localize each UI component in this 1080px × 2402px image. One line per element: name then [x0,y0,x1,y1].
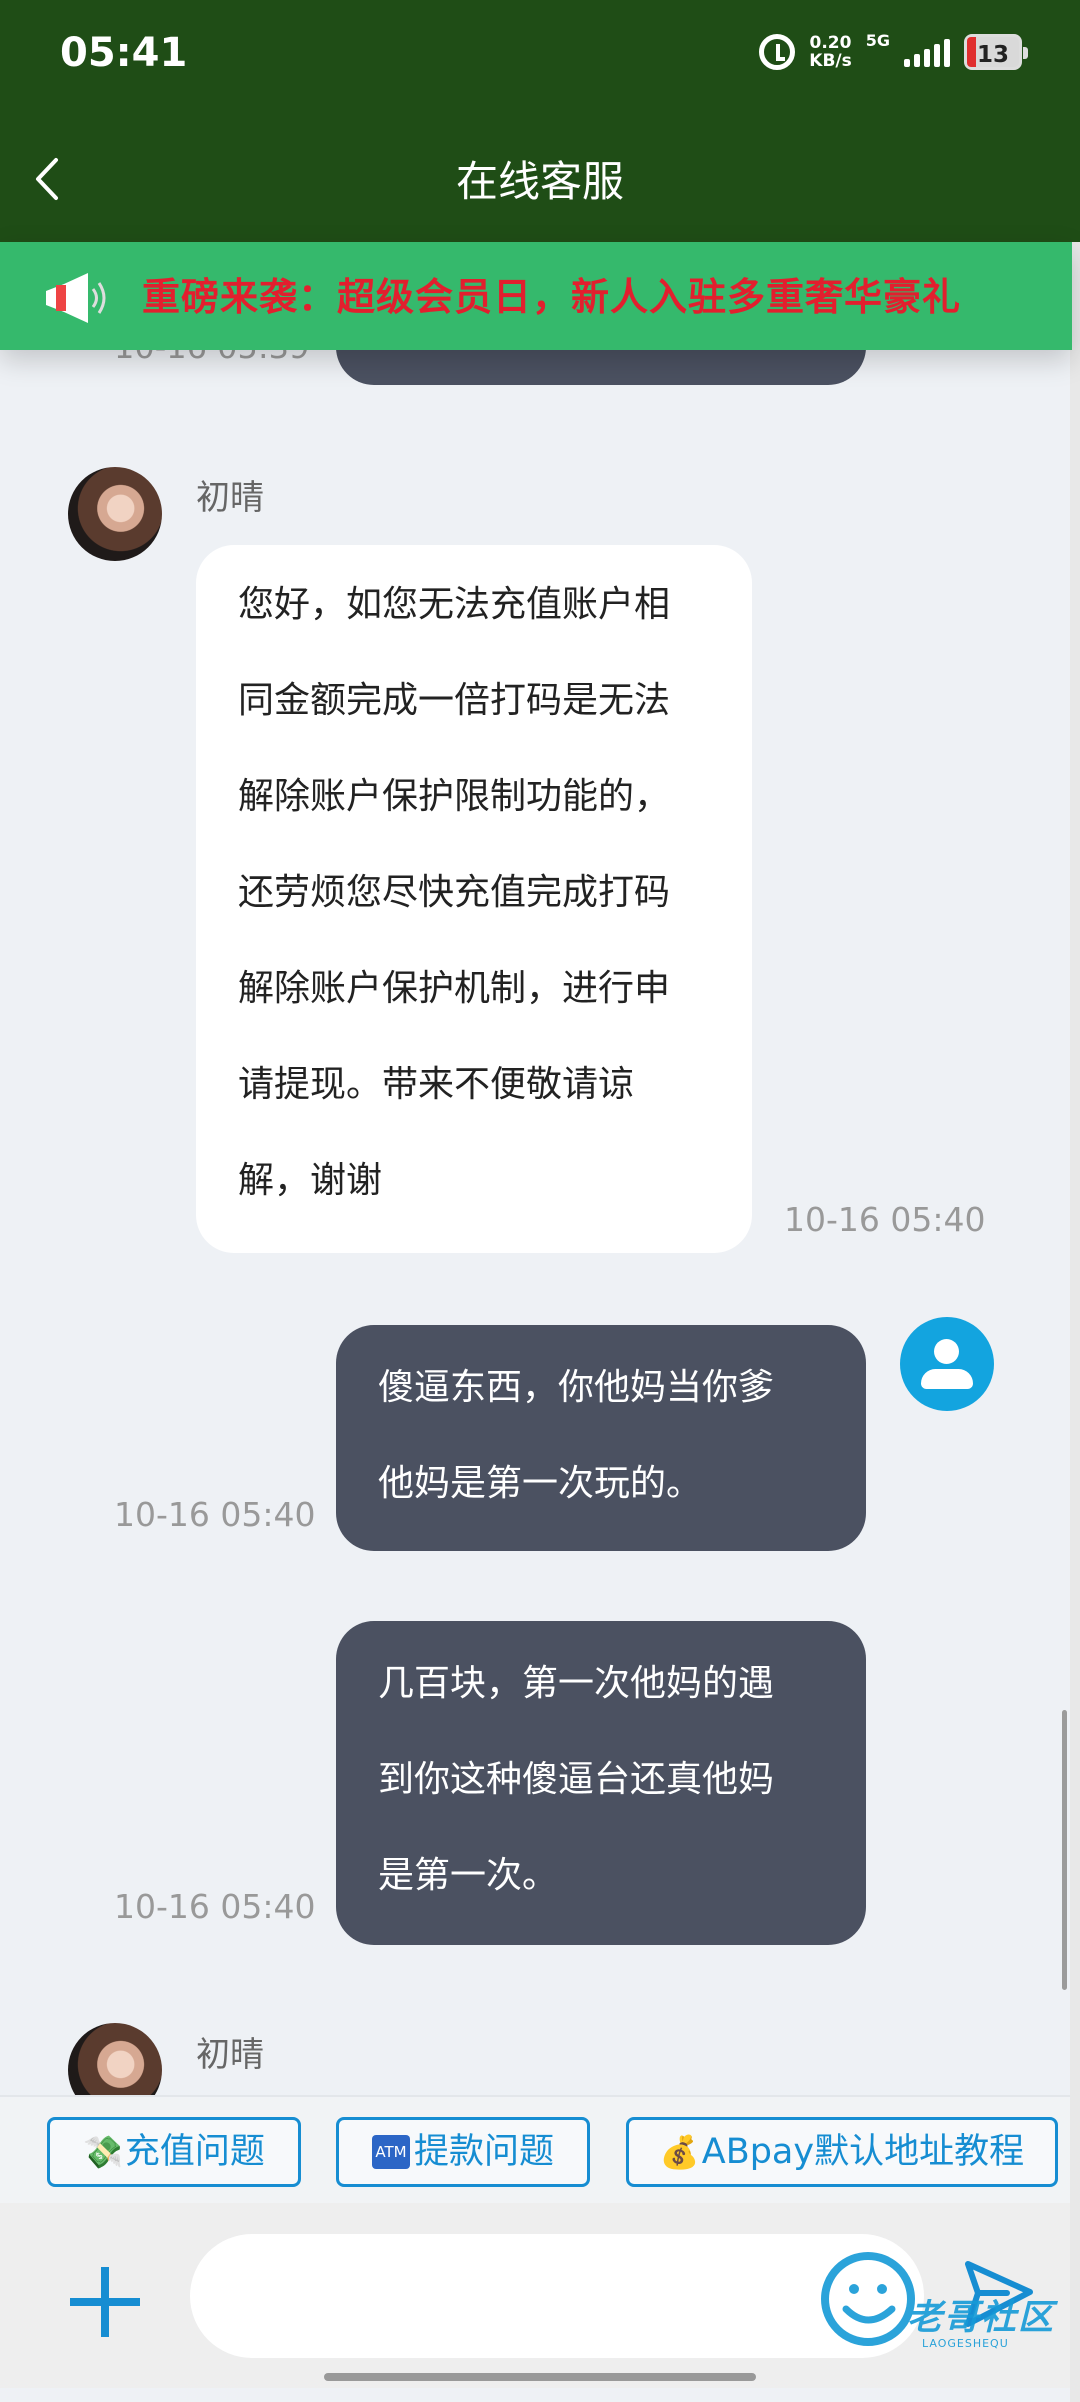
plus-icon[interactable] [70,2267,140,2337]
message-time: 10-16 05:40 [784,1200,986,1239]
message-line: 同金额完成一倍打码是无法 [238,680,671,721]
abpay-tutorial-button[interactable]: 💰ABpay默认地址教程 [626,2117,1058,2187]
network-speed: 0.20 KB/s [809,34,851,70]
message-line: 还劳烦您尽快充值完成打码 [238,872,671,913]
outgoing-message-bubble: 几百块，第一次他妈的遇 到你这种傻逼台还真他妈 是第一次。 [336,1621,866,1945]
status-time: 05:41 [60,30,188,76]
previous-outgoing-bubble [336,350,866,385]
agent-avatar [68,467,162,561]
home-indicator[interactable] [324,2373,756,2381]
money-wings-icon: 💸 [83,2133,123,2171]
message-line: 请提现。带来不便敬请谅 [238,1064,635,1105]
chat-header: 在线客服 [0,118,1080,242]
message-line: 是第一次。 [378,1855,559,1896]
message-composer: 老哥社区 LAOGESHEQU [0,2203,1080,2388]
message-line: 解除账户保护限制功能的， [238,776,671,817]
status-bar: 05:41 0.20 KB/s 5G 13 [0,0,1080,118]
previous-message-time: 10-16 05:39 [114,350,309,366]
watermark-subtitle: LAOGESHEQU [922,2337,1009,2350]
battery-icon: 13 [964,34,1028,70]
message-line: 傻逼东西，你他妈当你爹 [378,1367,775,1408]
megaphone-icon [46,273,106,323]
user-avatar [900,1317,994,1411]
button-label: 提款问题 [413,2132,554,2172]
button-label: ABpay默认地址教程 [701,2132,1025,2172]
message-time: 10-16 05:40 [114,1495,316,1534]
community-watermark: 老哥社区 LAOGESHEQU [816,2237,1066,2387]
watermark-title: 老哥社区 [907,2298,1056,2338]
status-icons: 0.20 KB/s 5G 13 [759,30,1028,70]
page-title: 在线客服 [455,157,624,206]
alarm-icon [759,34,796,70]
network-speed-unit: KB/s [809,51,852,71]
withdrawal-issue-button[interactable]: ATM 提款问题 [336,2117,590,2187]
recharge-issue-button[interactable]: 💸充值问题 [47,2117,301,2187]
message-line: 解除账户保护机制，进行申 [238,968,671,1009]
agent-name: 初晴 [196,478,264,518]
signal-icon [904,37,950,67]
announcement-banner: 重磅来袭：超级会员日，新人入驻多重奢华豪礼 [0,242,1072,350]
network-type: 5G [865,30,890,50]
atm-icon: ATM [371,2135,410,2169]
message-line: 到你这种傻逼台还真他妈 [378,1759,775,1800]
message-input[interactable] [190,2234,924,2358]
incoming-message-bubble: 您好，如您无法充值账户相 同金额完成一倍打码是无法 解除账户保护限制功能的， 还… [196,545,752,1253]
announcement-text: 重磅来袭：超级会员日，新人入驻多重奢华豪礼 [142,275,962,319]
message-line: 他妈是第一次玩的。 [378,1463,703,1504]
scroll-track [1070,242,1080,2402]
message-line: 您好，如您无法充值账户相 [238,584,671,625]
message-time: 10-16 05:40 [114,1887,316,1926]
message-line: 解，谢谢 [238,1160,383,1201]
quick-actions-bar: 💸充值问题 ATM 提款问题 💰ABpay默认地址教程 [0,2095,1080,2203]
money-bag-icon: 💰 [659,2133,700,2171]
outgoing-message-bubble: 傻逼东西，你他妈当你爹 他妈是第一次玩的。 [336,1325,866,1551]
network-speed-value: 0.20 [809,33,852,53]
scrollbar-thumb[interactable] [1062,1710,1067,1990]
agent-name: 初晴 [196,2035,264,2075]
agent-avatar [68,2023,162,2095]
chat-messages[interactable]: 10-16 05:39 初晴 您好，如您无法充值账户相 同金额完成一倍打码是无法… [0,350,1070,2095]
button-label: 充值问题 [124,2132,265,2172]
message-line: 几百块，第一次他妈的遇 [378,1663,775,1704]
